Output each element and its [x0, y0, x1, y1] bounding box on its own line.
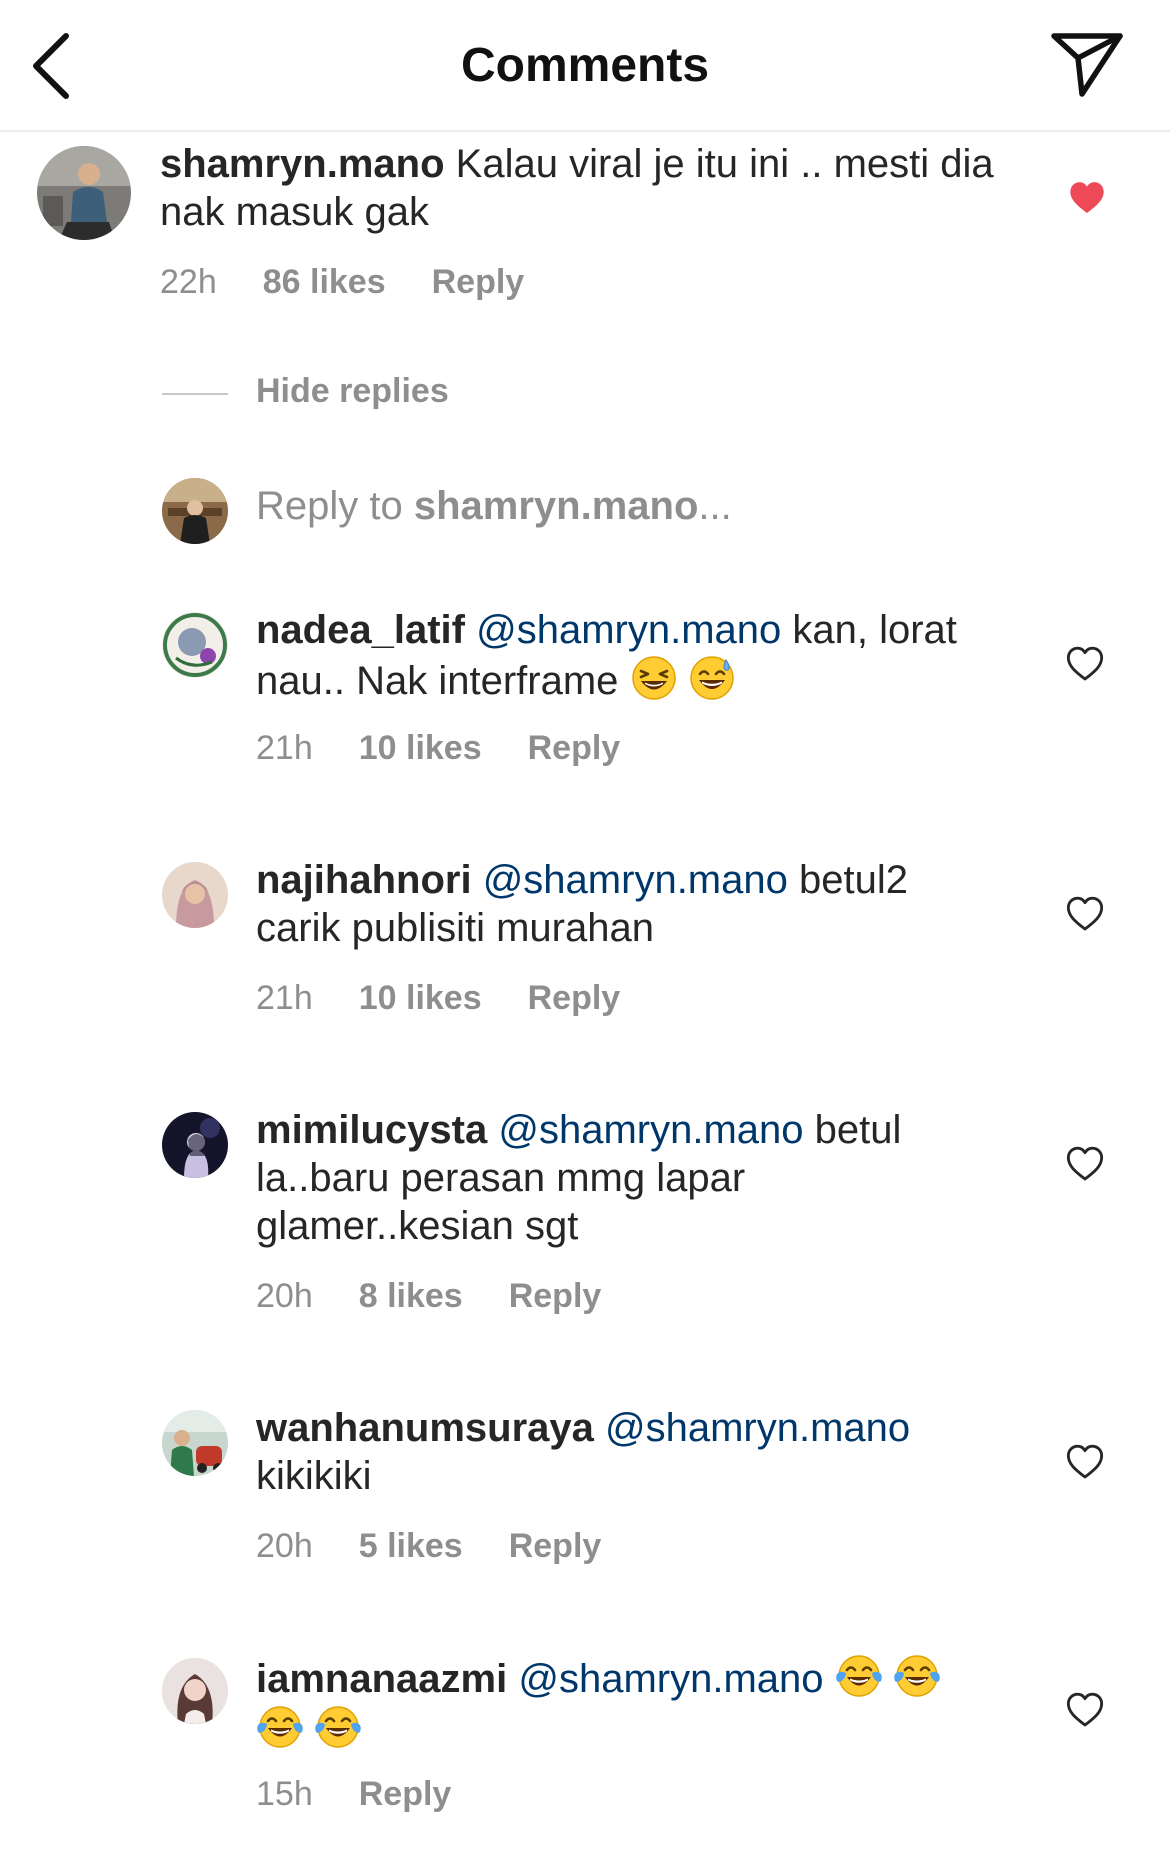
comment-time: 21h	[256, 979, 313, 1017]
reply-comment: najihahnori @shamryn.mano betul2 carik p…	[0, 856, 1170, 1026]
avatar[interactable]	[162, 1112, 228, 1178]
divider-line	[162, 393, 228, 395]
mention-link[interactable]: @shamryn.mano	[483, 858, 788, 902]
comment-text: najihahnori @shamryn.mano betul2 carik p…	[256, 856, 976, 952]
avatar[interactable]	[162, 862, 228, 928]
mention-link[interactable]: @shamryn.mano	[518, 1657, 823, 1701]
reply-comment: mimilucysta @shamryn.mano betul la..baru…	[0, 1106, 1170, 1316]
avatar[interactable]	[162, 1658, 228, 1724]
heart-icon[interactable]	[1064, 894, 1106, 934]
comment-meta: 21h 10 likes Reply	[256, 728, 620, 768]
comment-username[interactable]: iamnanaazmi	[256, 1657, 507, 1701]
avatar	[162, 478, 228, 544]
header-bar: Comments	[0, 0, 1170, 132]
reply-button[interactable]: Reply	[509, 1276, 602, 1316]
avatar[interactable]	[37, 146, 131, 240]
reply-comment: nadea_latif @shamryn.mano kan, lorat nau…	[0, 606, 1170, 776]
reply-button[interactable]: Reply	[509, 1526, 602, 1566]
comment-meta: 20h 8 likes Reply	[256, 1276, 601, 1316]
hide-replies-label[interactable]: Hide replies	[256, 372, 449, 411]
likes-count[interactable]: 5 likes	[359, 1526, 463, 1566]
likes-count[interactable]: 86 likes	[263, 262, 386, 302]
comment-meta: 22h 86 likes Reply	[160, 262, 524, 302]
comment-body: kikikiki	[256, 1454, 372, 1498]
reply-to-ellipsis: ...	[698, 484, 732, 528]
comment-username[interactable]: shamryn.mano	[160, 142, 445, 186]
grinning-face-with-sweat-icon	[688, 654, 736, 702]
likes-count[interactable]: 10 likes	[359, 978, 482, 1018]
main-comment: shamryn.mano Kalau viral je itu ini .. m…	[0, 140, 1170, 320]
comment-username[interactable]: wanhanumsuraya	[256, 1406, 594, 1450]
reply-button[interactable]: Reply	[528, 978, 621, 1018]
comment-time: 21h	[256, 729, 313, 767]
face-with-tears-of-joy-icon	[893, 1652, 941, 1700]
comment-time: 20h	[256, 1277, 313, 1315]
comment-text: shamryn.mano Kalau viral je itu ini .. m…	[160, 140, 1000, 236]
comment-text: wanhanumsuraya @shamryn.mano kikikiki	[256, 1404, 976, 1500]
face-with-tears-of-joy-icon	[835, 1652, 883, 1700]
comment-time: 20h	[256, 1527, 313, 1565]
grinning-squinting-face-icon	[630, 654, 678, 702]
heart-icon[interactable]	[1064, 1442, 1106, 1482]
mention-link[interactable]: @shamryn.mano	[476, 608, 781, 652]
comment-meta: 20h 5 likes Reply	[256, 1526, 601, 1566]
avatar[interactable]	[162, 1410, 228, 1476]
comment-text: iamnanaazmi @shamryn.mano	[256, 1652, 996, 1754]
heart-icon[interactable]	[1064, 644, 1106, 684]
mention-link[interactable]: @shamryn.mano	[498, 1108, 803, 1152]
comment-username[interactable]: nadea_latif	[256, 608, 465, 652]
heart-filled-icon[interactable]	[1066, 178, 1108, 218]
reply-to-prefix: Reply to	[256, 484, 414, 528]
comment-time: 22h	[160, 263, 217, 301]
comment-time: 15h	[256, 1775, 313, 1813]
reply-to-username: shamryn.mano	[413, 484, 699, 528]
likes-count[interactable]: 10 likes	[359, 728, 482, 768]
comment-username[interactable]: mimilucysta	[256, 1108, 487, 1152]
avatar[interactable]	[162, 612, 228, 678]
comment-text: nadea_latif @shamryn.mano kan, lorat nau…	[256, 606, 976, 705]
share-button[interactable]	[1050, 30, 1124, 100]
reply-to-input[interactable]: Reply to shamryn.mano...	[256, 484, 732, 529]
reply-button[interactable]: Reply	[359, 1774, 452, 1814]
reply-button[interactable]: Reply	[528, 728, 621, 768]
reply-comment: iamnanaazmi @shamryn.mano 15h Reply	[0, 1652, 1170, 1822]
likes-count[interactable]: 8 likes	[359, 1276, 463, 1316]
comment-text: mimilucysta @shamryn.mano betul la..baru…	[256, 1106, 976, 1250]
reply-button[interactable]: Reply	[432, 262, 525, 302]
reply-comment: wanhanumsuraya @shamryn.mano kikikiki 20…	[0, 1404, 1170, 1574]
face-with-tears-of-joy-icon	[314, 1703, 362, 1751]
heart-icon[interactable]	[1064, 1690, 1106, 1730]
face-with-tears-of-joy-icon	[256, 1703, 304, 1751]
comment-meta: 15h Reply	[256, 1774, 451, 1814]
paper-plane-icon	[1051, 33, 1123, 97]
heart-icon[interactable]	[1064, 1144, 1106, 1184]
mention-link[interactable]: @shamryn.mano	[605, 1406, 910, 1450]
comment-username[interactable]: najihahnori	[256, 858, 472, 902]
comment-meta: 21h 10 likes Reply	[256, 978, 620, 1018]
page-title: Comments	[460, 39, 710, 92]
